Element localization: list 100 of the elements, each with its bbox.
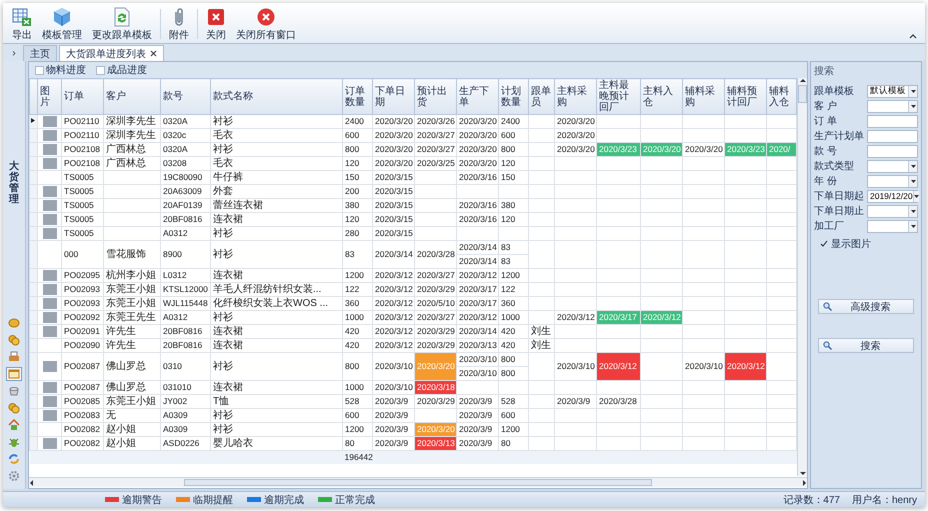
column-header[interactable]: 辅料采购 bbox=[682, 78, 724, 114]
table-cell: 2020/3/12 bbox=[456, 310, 498, 324]
column-header[interactable]: 主料最晚预计回厂 bbox=[596, 78, 640, 114]
checkbox[interactable] bbox=[35, 66, 44, 74]
table-cell: 毛衣 bbox=[210, 128, 342, 142]
dropdown-field[interactable] bbox=[867, 160, 918, 172]
nav-button[interactable] bbox=[6, 401, 22, 415]
close-icon bbox=[256, 6, 276, 26]
caret-icon bbox=[910, 224, 916, 228]
nav-button[interactable] bbox=[6, 367, 22, 381]
table-cell: 雪花服饰 bbox=[104, 240, 160, 268]
column-header[interactable]: 下单日期 bbox=[372, 78, 414, 114]
toolbar-button[interactable]: 关闭 bbox=[201, 5, 231, 43]
table-cell: 2400 bbox=[342, 114, 372, 128]
nav-button[interactable] bbox=[6, 350, 22, 364]
field-label: 加工厂 bbox=[814, 220, 845, 233]
column-header[interactable]: 主料入仓 bbox=[640, 78, 682, 114]
dropdown-field[interactable]: 默认模板 bbox=[867, 84, 918, 98]
column-header[interactable]: 订单 bbox=[62, 78, 104, 114]
column-header[interactable]: 辅料入仓 bbox=[766, 78, 796, 114]
column-header[interactable]: 生产下单 bbox=[456, 78, 498, 114]
nav-button[interactable] bbox=[6, 469, 22, 483]
column-header[interactable]: 图片 bbox=[38, 78, 62, 114]
dropdown-field[interactable] bbox=[867, 204, 918, 218]
table-cell: 20BF0816 bbox=[160, 324, 210, 338]
column-header[interactable]: 订单数量 bbox=[342, 78, 372, 114]
column-header[interactable]: 预计出货 bbox=[414, 78, 456, 114]
search-icon bbox=[823, 341, 832, 350]
nav-button[interactable] bbox=[6, 418, 22, 432]
document-refresh-icon bbox=[112, 6, 132, 26]
input-field[interactable] bbox=[867, 114, 918, 128]
table-cell: 1200 bbox=[498, 422, 528, 436]
table-cell: 许先生 bbox=[104, 324, 160, 338]
table-cell: PO02110 bbox=[62, 114, 104, 128]
tab[interactable]: 主页 bbox=[23, 45, 57, 61]
table-cell: 2020/3/17 bbox=[596, 310, 640, 324]
table-cell: 2020/3/20 bbox=[372, 114, 414, 128]
horizontal-scrollbar[interactable] bbox=[29, 477, 807, 487]
table-cell: 122 bbox=[498, 282, 528, 296]
sidebar-title[interactable]: 大货管理 bbox=[9, 161, 19, 205]
table-cell: 东莞王小姐 bbox=[104, 282, 160, 296]
column-header[interactable]: 款式名称 bbox=[210, 78, 342, 114]
table-cell: 8900 bbox=[160, 240, 210, 268]
toolbar-button[interactable]: 模板管理 bbox=[37, 5, 87, 43]
nav-button[interactable] bbox=[6, 452, 22, 466]
table-cell: 2020/3/28 bbox=[414, 240, 456, 268]
vertical-scrollbar[interactable] bbox=[797, 78, 807, 476]
scroll-thumb[interactable] bbox=[184, 479, 652, 486]
dropdown-field[interactable] bbox=[867, 174, 918, 188]
field-label: 款 号 bbox=[814, 145, 838, 158]
table-cell: 800 bbox=[498, 142, 528, 156]
row-pointer-icon bbox=[30, 117, 36, 124]
nav-button[interactable] bbox=[6, 316, 22, 330]
table-cell: 2020/3/18 bbox=[414, 380, 456, 394]
search-button[interactable]: 高级搜索 bbox=[818, 299, 914, 314]
column-header[interactable]: 客户 bbox=[104, 78, 160, 114]
table-cell: 2020/3/9 bbox=[372, 408, 414, 422]
checkbox[interactable] bbox=[96, 66, 105, 74]
close-icon[interactable] bbox=[150, 50, 157, 57]
table-cell: 2020/3/20 bbox=[640, 142, 682, 156]
toolbar-button[interactable]: 更改跟单模板 bbox=[87, 5, 157, 43]
dropdown-field[interactable] bbox=[867, 100, 918, 112]
table-cell: 2020/3/26 bbox=[414, 114, 456, 128]
table-cell: JY002 bbox=[160, 394, 210, 408]
table-cell: 2020/3/9 bbox=[456, 422, 498, 436]
panel-title: 搜索 bbox=[814, 64, 835, 78]
toolbar-button[interactable]: 附件 bbox=[164, 5, 194, 43]
scroll-thumb[interactable] bbox=[798, 85, 807, 103]
input-field[interactable] bbox=[867, 130, 918, 142]
toolbar-button[interactable]: 关闭所有窗口 bbox=[231, 5, 301, 43]
table-cell: A0312 bbox=[160, 310, 210, 324]
table-cell: 1000 bbox=[342, 380, 372, 394]
tab[interactable]: 大货跟单进度列表 bbox=[59, 45, 164, 61]
column-header[interactable]: 跟单员 bbox=[528, 78, 554, 114]
table-cell: 2020/3/20 bbox=[456, 142, 498, 156]
input-field[interactable] bbox=[867, 144, 918, 158]
column-header[interactable]: 款号 bbox=[160, 78, 210, 114]
table-cell: 2020/3/20 bbox=[414, 352, 456, 380]
column-header[interactable]: 计划数量 bbox=[498, 78, 528, 114]
table-cell: 2020/3/20 bbox=[414, 422, 456, 436]
expand-toggle[interactable]: › bbox=[7, 48, 21, 58]
dropdown-field[interactable] bbox=[867, 220, 918, 232]
table-cell: 1200 bbox=[342, 422, 372, 436]
table-cell: 380 bbox=[342, 198, 372, 212]
chevron-up-icon[interactable] bbox=[909, 33, 917, 39]
column-header[interactable]: 主料采购 bbox=[554, 78, 596, 114]
legend-label: 正常完成 bbox=[335, 494, 375, 506]
nav-button[interactable] bbox=[6, 333, 22, 347]
toolbar-button[interactable]: 导出 bbox=[7, 5, 37, 43]
table-cell: 600 bbox=[498, 408, 528, 422]
dropdown-field[interactable]: 2019/12/20 bbox=[867, 190, 918, 202]
scroll-left-icon[interactable] bbox=[29, 480, 34, 486]
row-selector[interactable] bbox=[30, 114, 38, 128]
table-cell: 800 bbox=[342, 142, 372, 156]
table-cell: 2020/3/12 bbox=[372, 268, 414, 282]
search-button[interactable]: 搜索 bbox=[818, 338, 914, 353]
checkbox-tick[interactable] bbox=[820, 240, 828, 248]
column-header[interactable]: 辅料预计回厂 bbox=[724, 78, 766, 114]
scroll-right-icon[interactable] bbox=[802, 480, 807, 486]
table-cell: A0312 bbox=[160, 226, 210, 240]
